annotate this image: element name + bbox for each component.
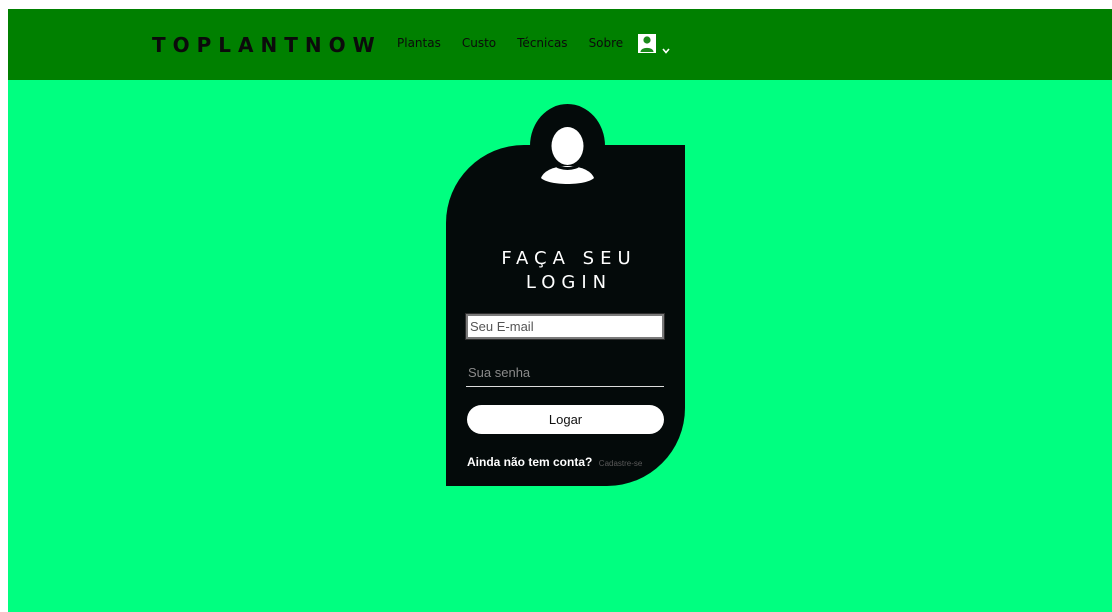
user-avatar-icon <box>530 104 605 188</box>
user-menu[interactable] <box>638 34 670 54</box>
login-card: FAÇA SEU LOGIN Logar Ainda não tem conta… <box>446 145 685 486</box>
user-icon[interactable] <box>638 34 656 53</box>
page-frame: TOPLANTNOW Plantas Custo Técnicas Sobre <box>8 9 1112 612</box>
chevron-down-icon[interactable] <box>662 41 670 54</box>
signup-question: Ainda não tem conta? <box>467 455 593 469</box>
login-panel: FAÇA SEU LOGIN Logar Ainda não tem conta… <box>446 104 686 486</box>
nav-link-custo[interactable]: Custo <box>462 36 496 50</box>
password-field[interactable] <box>466 359 664 387</box>
login-title: FAÇA SEU LOGIN <box>446 247 686 295</box>
navbar: TOPLANTNOW Plantas Custo Técnicas Sobre <box>8 9 1112 80</box>
signup-link[interactable]: Cadastre-se <box>599 459 643 468</box>
nav-link-tecnicas[interactable]: Técnicas <box>517 36 567 50</box>
login-title-line2: LOGIN <box>525 272 613 293</box>
login-button[interactable]: Logar <box>467 405 664 434</box>
nav-link-sobre[interactable]: Sobre <box>589 36 624 50</box>
brand-logo[interactable]: TOPLANTNOW <box>152 33 382 57</box>
nav-link-plantas[interactable]: Plantas <box>397 36 441 50</box>
login-title-line1: FAÇA SEU <box>501 248 637 269</box>
nav-links: Plantas Custo Técnicas Sobre <box>397 36 623 50</box>
signup-prompt: Ainda não tem conta? Cadastre-se <box>467 453 642 471</box>
email-field[interactable] <box>465 313 665 340</box>
